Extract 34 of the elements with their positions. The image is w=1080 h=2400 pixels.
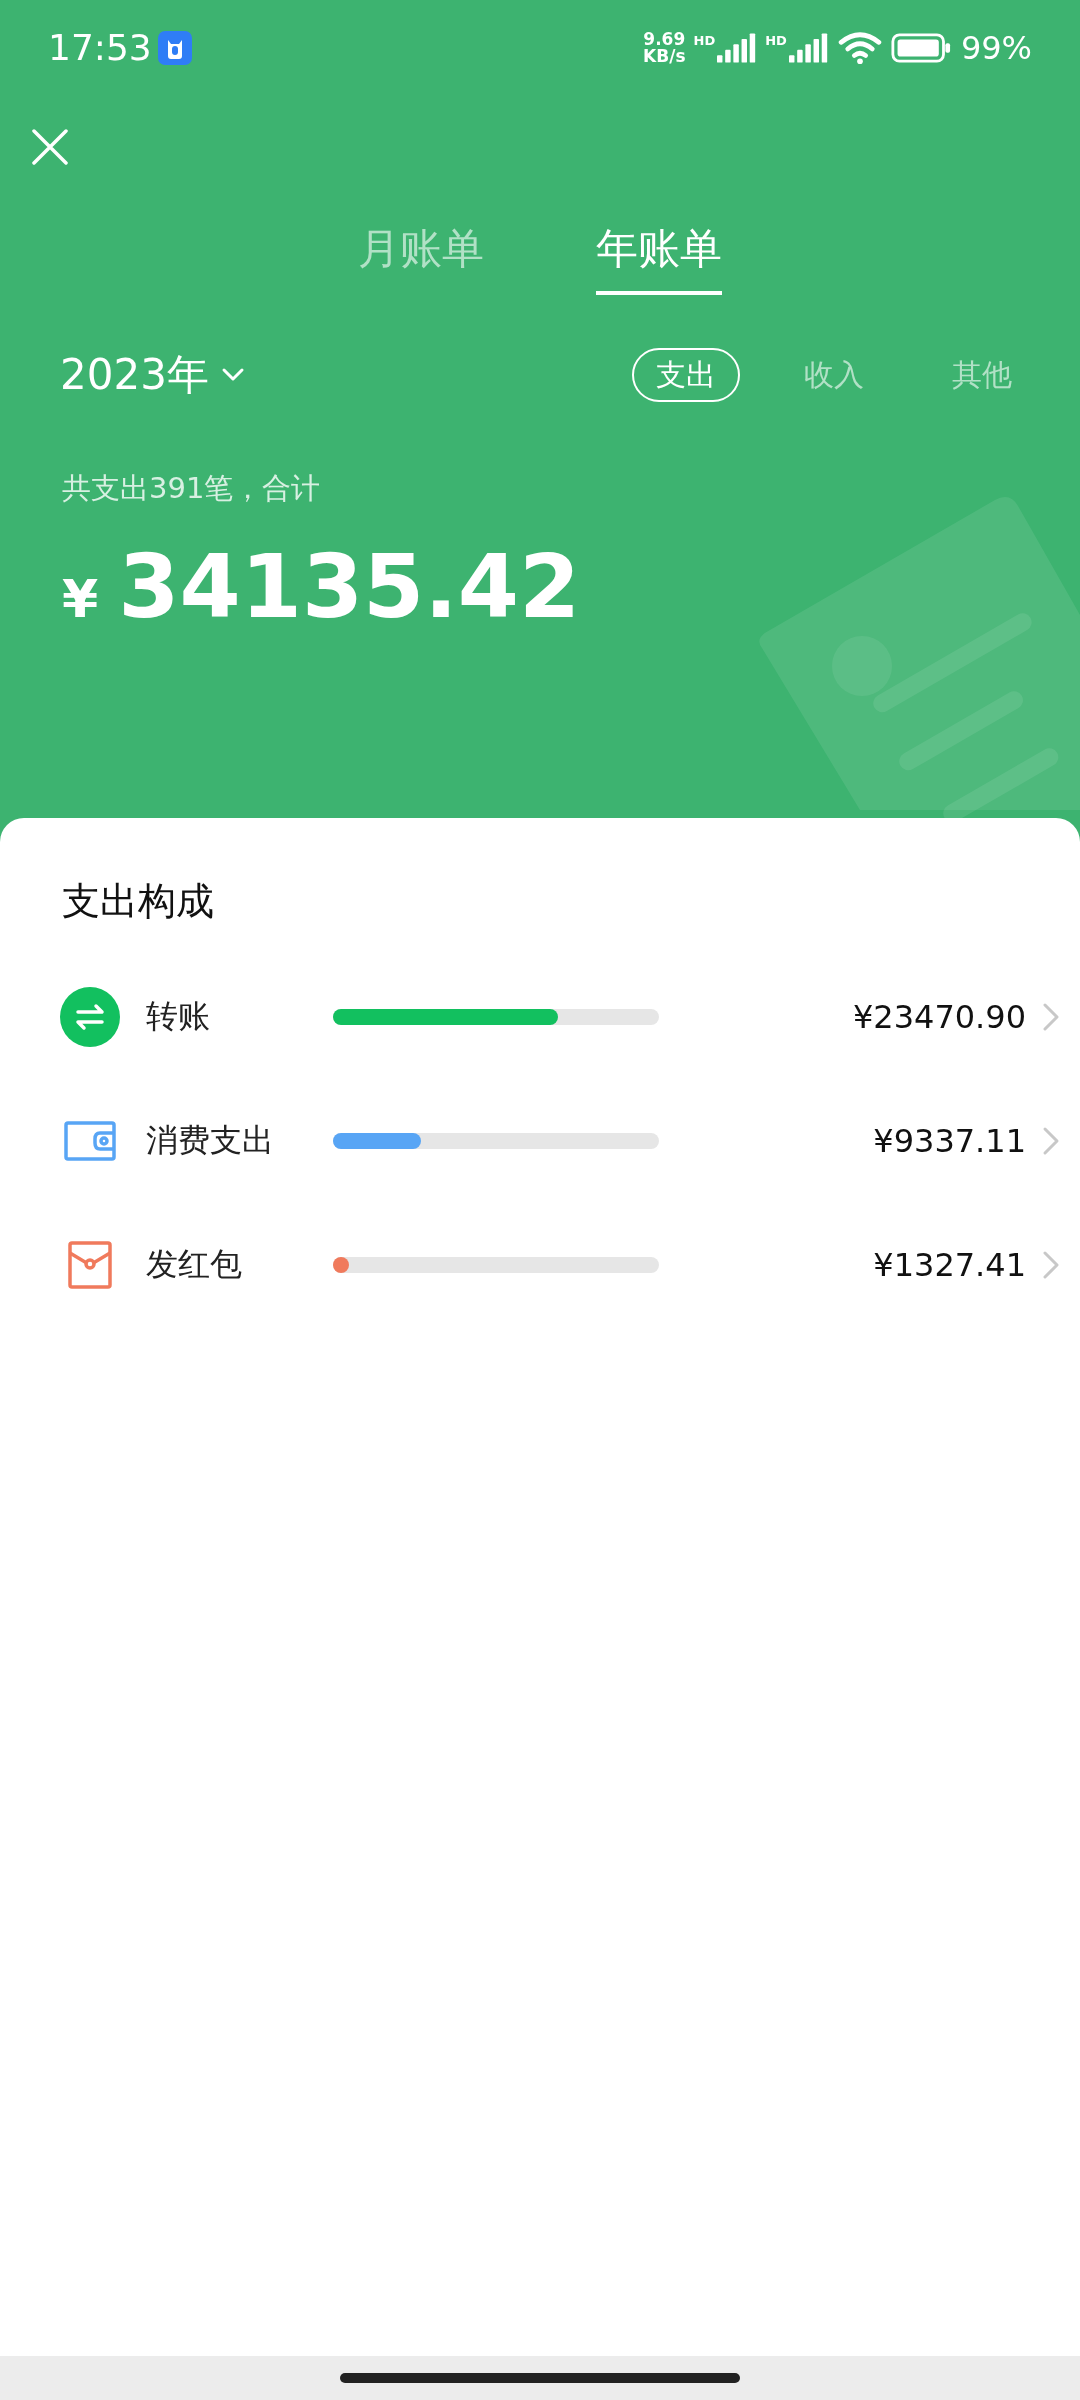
summary-caption: 共支出391笔，合计 <box>62 470 322 507</box>
category-label: 消费支出 <box>146 1120 275 1161</box>
network-type-label: HD <box>765 32 787 48</box>
category-label: 发红包 <box>146 1244 243 1285</box>
battery-icon <box>890 32 951 63</box>
net-speed-value: 9.69 <box>643 30 686 48</box>
category-row[interactable]: 转账 ¥23470.90 <box>0 987 1080 1047</box>
category-label: 转账 <box>146 996 211 1037</box>
signal-icon <box>717 32 758 63</box>
filter-tab[interactable]: 收入 <box>780 348 888 402</box>
battery-percentage: 99% <box>960 28 1032 67</box>
signal-icon <box>788 32 829 63</box>
transfer-icon <box>60 987 120 1047</box>
bill-tab[interactable]: 年账单 <box>596 221 722 295</box>
section-title: 支出构成 <box>62 878 215 925</box>
bill-tab[interactable]: 月账单 <box>358 221 484 295</box>
category-amount: ¥1327.41 <box>873 1246 1026 1284</box>
total-amount: 34135.42 <box>118 535 581 638</box>
app-notification-icon <box>157 30 192 65</box>
filter-tab[interactable]: 其他 <box>928 348 1036 402</box>
filter-tab[interactable]: 支出 <box>632 348 740 402</box>
wifi-icon <box>836 30 883 65</box>
net-speed-unit: KB/s <box>643 47 686 65</box>
category-row[interactable]: 消费支出 ¥9337.11 <box>0 1111 1080 1171</box>
network-type-label: HD <box>693 32 716 48</box>
status-time: 17:53 <box>48 27 152 68</box>
close-icon[interactable] <box>32 129 68 165</box>
category-row[interactable]: 发红包 ¥1327.41 <box>0 1235 1080 1295</box>
chevron-down-icon <box>220 367 245 383</box>
category-amount: ¥23470.90 <box>852 998 1026 1036</box>
year-selector[interactable]: 2023年 <box>60 347 245 403</box>
category-amount: ¥9337.11 <box>873 1122 1026 1160</box>
year-label: 2023年 <box>60 349 209 401</box>
currency-symbol: ¥ <box>62 569 99 629</box>
